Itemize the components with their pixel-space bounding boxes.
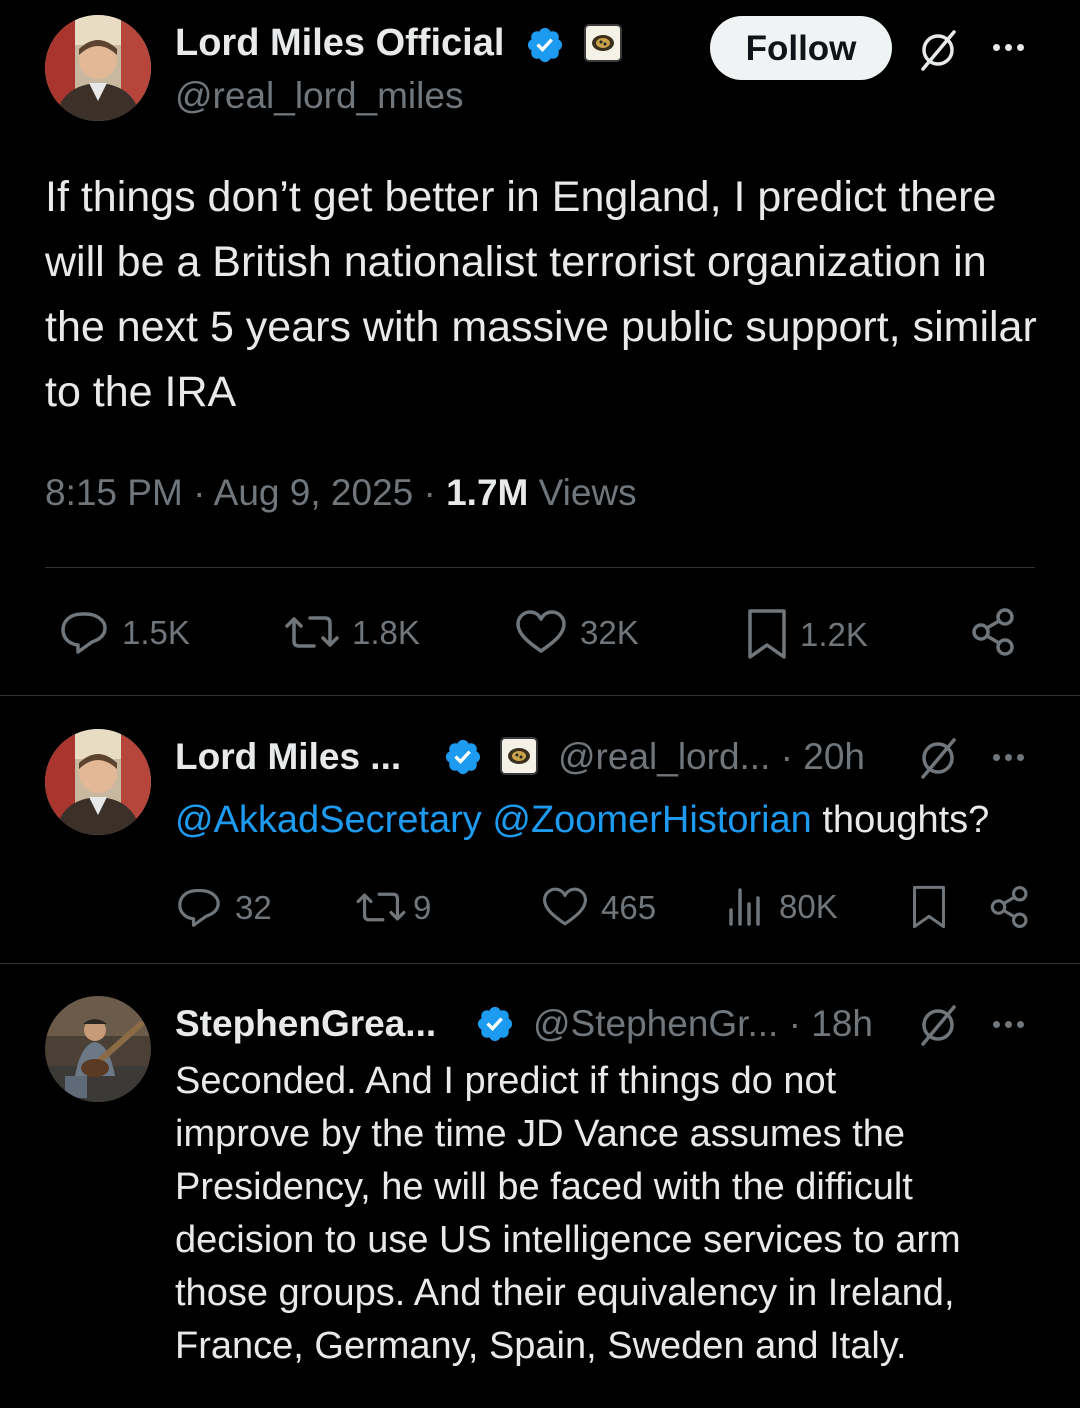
verified-badge-icon bbox=[445, 739, 481, 775]
repost-icon bbox=[356, 892, 406, 922]
bookmark-count: 1.2K bbox=[800, 615, 868, 653]
more-icon[interactable] bbox=[993, 754, 1024, 761]
tweet-text: If things don’t get better in England, I… bbox=[45, 173, 1037, 416]
reply-icon bbox=[61, 612, 107, 654]
reply-body: thoughts? bbox=[822, 799, 990, 841]
bookmark-button[interactable]: 1.2K bbox=[746, 607, 868, 661]
meta-separator: · bbox=[423, 472, 436, 513]
share-icon[interactable] bbox=[968, 605, 1020, 659]
reply-button[interactable]: 32 bbox=[175, 886, 272, 928]
like-button[interactable]: 465 bbox=[541, 886, 656, 928]
tweet-thread: Lord Miles Official @real_lord_miles Fol… bbox=[0, 0, 1080, 1408]
like-icon bbox=[516, 610, 566, 653]
reply-line: Presidency, he will be faced with the di… bbox=[175, 1166, 913, 1208]
divider bbox=[0, 963, 1080, 964]
reply-text: @AkkadSecretary @ZoomerHistorian thought… bbox=[175, 794, 989, 847]
grok-icon[interactable] bbox=[914, 26, 962, 74]
repost-count: 1.8K bbox=[352, 613, 420, 651]
reply-time[interactable]: 18h bbox=[811, 1003, 873, 1044]
tweet-time[interactable]: 8:15 PM bbox=[45, 472, 183, 513]
reply-separator: · bbox=[788, 1003, 801, 1044]
reply-line: Seconded. And I predict if things do not bbox=[175, 1060, 837, 1102]
reply-line: decision to use US intelligence services… bbox=[175, 1219, 961, 1261]
reply-handle-line: @StephenGr... · 18h bbox=[533, 1005, 873, 1042]
repost-button[interactable]: 9 bbox=[355, 886, 431, 928]
views-icon bbox=[729, 888, 760, 926]
reply-handle-line: @real_lord... · 20h bbox=[558, 738, 865, 775]
reply-handle[interactable]: @real_lord... bbox=[558, 736, 770, 777]
repost-icon bbox=[285, 616, 339, 648]
reply-icon bbox=[178, 888, 220, 927]
views-button[interactable]: 80K bbox=[727, 884, 838, 928]
verified-badge-icon bbox=[527, 27, 563, 63]
share-icon[interactable] bbox=[987, 883, 1033, 931]
bookmark-icon bbox=[748, 609, 786, 659]
views-label: Views bbox=[538, 472, 637, 513]
reply-body: Seconded. And I predict if things do not… bbox=[175, 1055, 1055, 1373]
meta-separator: · bbox=[193, 472, 206, 513]
reply-time[interactable]: 20h bbox=[803, 736, 865, 777]
reply-separator: · bbox=[780, 736, 793, 777]
divider bbox=[0, 695, 1080, 696]
author-handle[interactable]: @real_lord_miles bbox=[175, 77, 463, 114]
repost-button[interactable]: 1.8K bbox=[284, 609, 420, 655]
reply-author-name[interactable]: Lord Miles ... bbox=[175, 738, 401, 775]
mention-link[interactable]: @AkkadSecretary bbox=[175, 799, 482, 841]
like-count: 32K bbox=[580, 613, 639, 651]
grok-icon[interactable] bbox=[914, 1001, 962, 1049]
more-icon[interactable] bbox=[993, 44, 1024, 51]
like-button[interactable]: 32K bbox=[514, 609, 639, 655]
follow-button[interactable]: Follow bbox=[710, 16, 892, 80]
reply-count: 1.5K bbox=[122, 613, 190, 651]
grok-icon[interactable] bbox=[914, 734, 962, 782]
reply-line: those groups. And their equivalency in I… bbox=[175, 1272, 955, 1314]
author-name[interactable]: Lord Miles Official bbox=[175, 24, 504, 62]
like-icon bbox=[543, 887, 587, 926]
more-icon[interactable] bbox=[993, 1021, 1024, 1028]
mention-link[interactable]: @ZoomerHistorian bbox=[492, 799, 811, 841]
author-avatar[interactable] bbox=[45, 15, 151, 121]
reply-count: 32 bbox=[235, 888, 272, 926]
bookmark-icon[interactable] bbox=[911, 884, 947, 930]
like-count: 465 bbox=[601, 888, 657, 926]
tweet-date[interactable]: Aug 9, 2025 bbox=[214, 472, 414, 513]
reply-button[interactable]: 1.5K bbox=[58, 609, 190, 655]
reply-avatar[interactable] bbox=[45, 996, 151, 1102]
reply-author-name[interactable]: StephenGrea... bbox=[175, 1005, 436, 1042]
reply-avatar[interactable] bbox=[45, 729, 151, 835]
views-count[interactable]: 1.7M bbox=[446, 472, 528, 513]
reply-line: improve by the time JD Vance assumes the bbox=[175, 1113, 906, 1155]
reply-handle[interactable]: @StephenGr... bbox=[533, 1003, 778, 1044]
verified-badge-icon bbox=[477, 1006, 513, 1042]
tweet-meta: 8:15 PM · Aug 9, 2025 · 1.7M Views bbox=[45, 474, 637, 511]
views-count: 80K bbox=[779, 887, 838, 925]
repost-count: 9 bbox=[413, 888, 432, 926]
reply-line: France, Germany, Spain, Sweden and Italy… bbox=[175, 1325, 907, 1367]
divider bbox=[45, 567, 1035, 568]
affiliate-badge-icon[interactable] bbox=[500, 737, 538, 775]
affiliate-badge-icon[interactable] bbox=[584, 24, 622, 62]
